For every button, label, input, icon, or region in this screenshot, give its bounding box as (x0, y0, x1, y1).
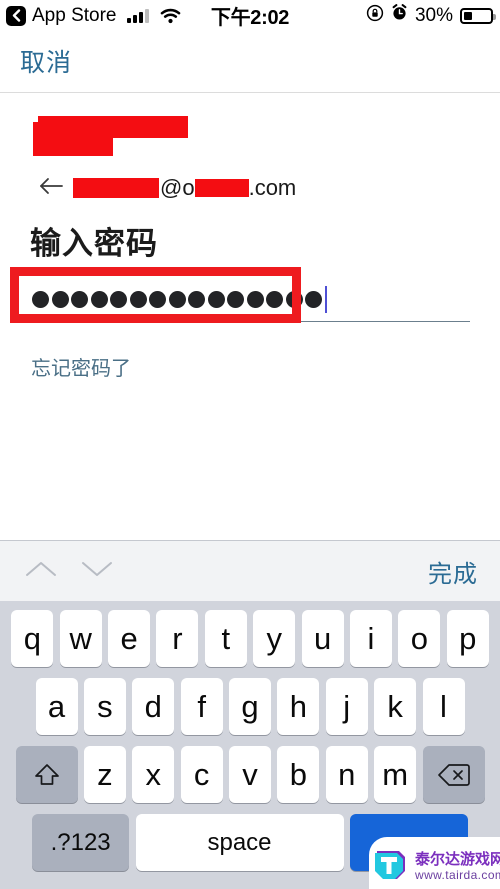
return-key[interactable] (349, 814, 468, 871)
key-k[interactable]: k (374, 678, 417, 735)
password-input[interactable] (30, 278, 470, 322)
backspace-delete-icon[interactable] (422, 746, 485, 803)
chevron-down-icon[interactable] (80, 559, 114, 584)
key-l[interactable]: l (422, 678, 465, 735)
battery-icon (460, 7, 496, 24)
password-heading: 输入密码 (30, 226, 158, 261)
key-t[interactable]: t (204, 610, 247, 667)
key-r[interactable]: r (156, 610, 199, 667)
key-u[interactable]: u (301, 610, 344, 667)
key-i[interactable]: i (349, 610, 392, 667)
key-s[interactable]: s (83, 678, 126, 735)
key-p[interactable]: p (446, 610, 489, 667)
status-bar-right: 30% (366, 4, 496, 28)
key-j[interactable]: j (325, 678, 368, 735)
battery-percent-label: 30% (414, 4, 453, 26)
on-screen-keyboard: 完成 q w e r t y u i o p a s d f g h j k l… (0, 540, 500, 889)
keyboard-row-1: q w e r t y u i o p (0, 610, 500, 667)
account-row[interactable]: @o .com (38, 175, 296, 201)
rotation-lock-icon (366, 4, 384, 28)
email-suffix: .com (248, 175, 297, 200)
key-n[interactable]: n (325, 746, 368, 803)
keyboard-keys: q w e r t y u i o p a s d f g h j k l z … (0, 601, 500, 871)
key-f[interactable]: f (180, 678, 223, 735)
chevron-up-icon[interactable] (24, 559, 58, 584)
key-c[interactable]: c (180, 746, 223, 803)
shift-arrow-up-icon[interactable] (15, 746, 78, 803)
phone-screen: App Store 下午2:02 30% 取消 @o .com 输入密码 忘记密… (0, 0, 500, 889)
key-m[interactable]: m (374, 746, 417, 803)
account-email: @o .com (73, 175, 296, 201)
numbers-symbols-key[interactable]: .?123 (32, 814, 130, 871)
redacted-email-local (73, 178, 159, 198)
key-z[interactable]: z (83, 746, 126, 803)
keyboard-row-4: .?123 space (0, 814, 500, 871)
keyboard-row-2: a s d f g h j k l (0, 678, 500, 735)
password-masked-dots (32, 291, 322, 308)
key-o[interactable]: o (398, 610, 441, 667)
key-d[interactable]: d (132, 678, 175, 735)
status-bar: App Store 下午2:02 30% (0, 0, 500, 31)
key-e[interactable]: e (108, 610, 151, 667)
nav-bar: 取消 (0, 31, 500, 93)
redacted-email-domain (194, 179, 249, 197)
redacted-brand-logo (33, 116, 188, 156)
key-y[interactable]: y (253, 610, 296, 667)
signin-content: @o .com 输入密码 忘记密码了 登录 (0, 93, 500, 616)
space-key[interactable]: space (135, 814, 344, 871)
key-x[interactable]: x (132, 746, 175, 803)
alarm-clock-icon (391, 4, 408, 27)
key-q[interactable]: q (11, 610, 54, 667)
text-cursor (325, 286, 327, 313)
cancel-button[interactable]: 取消 (20, 43, 72, 79)
key-h[interactable]: h (277, 678, 320, 735)
email-at-prefix: @o (160, 175, 195, 200)
key-g[interactable]: g (229, 678, 271, 735)
key-a[interactable]: a (35, 678, 78, 735)
keyboard-toolbar: 完成 (0, 540, 500, 601)
arrow-left-icon[interactable] (38, 176, 64, 201)
key-b[interactable]: b (277, 746, 320, 803)
keyboard-done-button[interactable]: 完成 (428, 554, 478, 589)
keyboard-field-nav (24, 559, 114, 584)
forgot-password-link[interactable]: 忘记密码了 (31, 352, 131, 381)
keyboard-row-3: z x c v b n m (0, 746, 500, 803)
key-v[interactable]: v (229, 746, 271, 803)
key-w[interactable]: w (59, 610, 102, 667)
